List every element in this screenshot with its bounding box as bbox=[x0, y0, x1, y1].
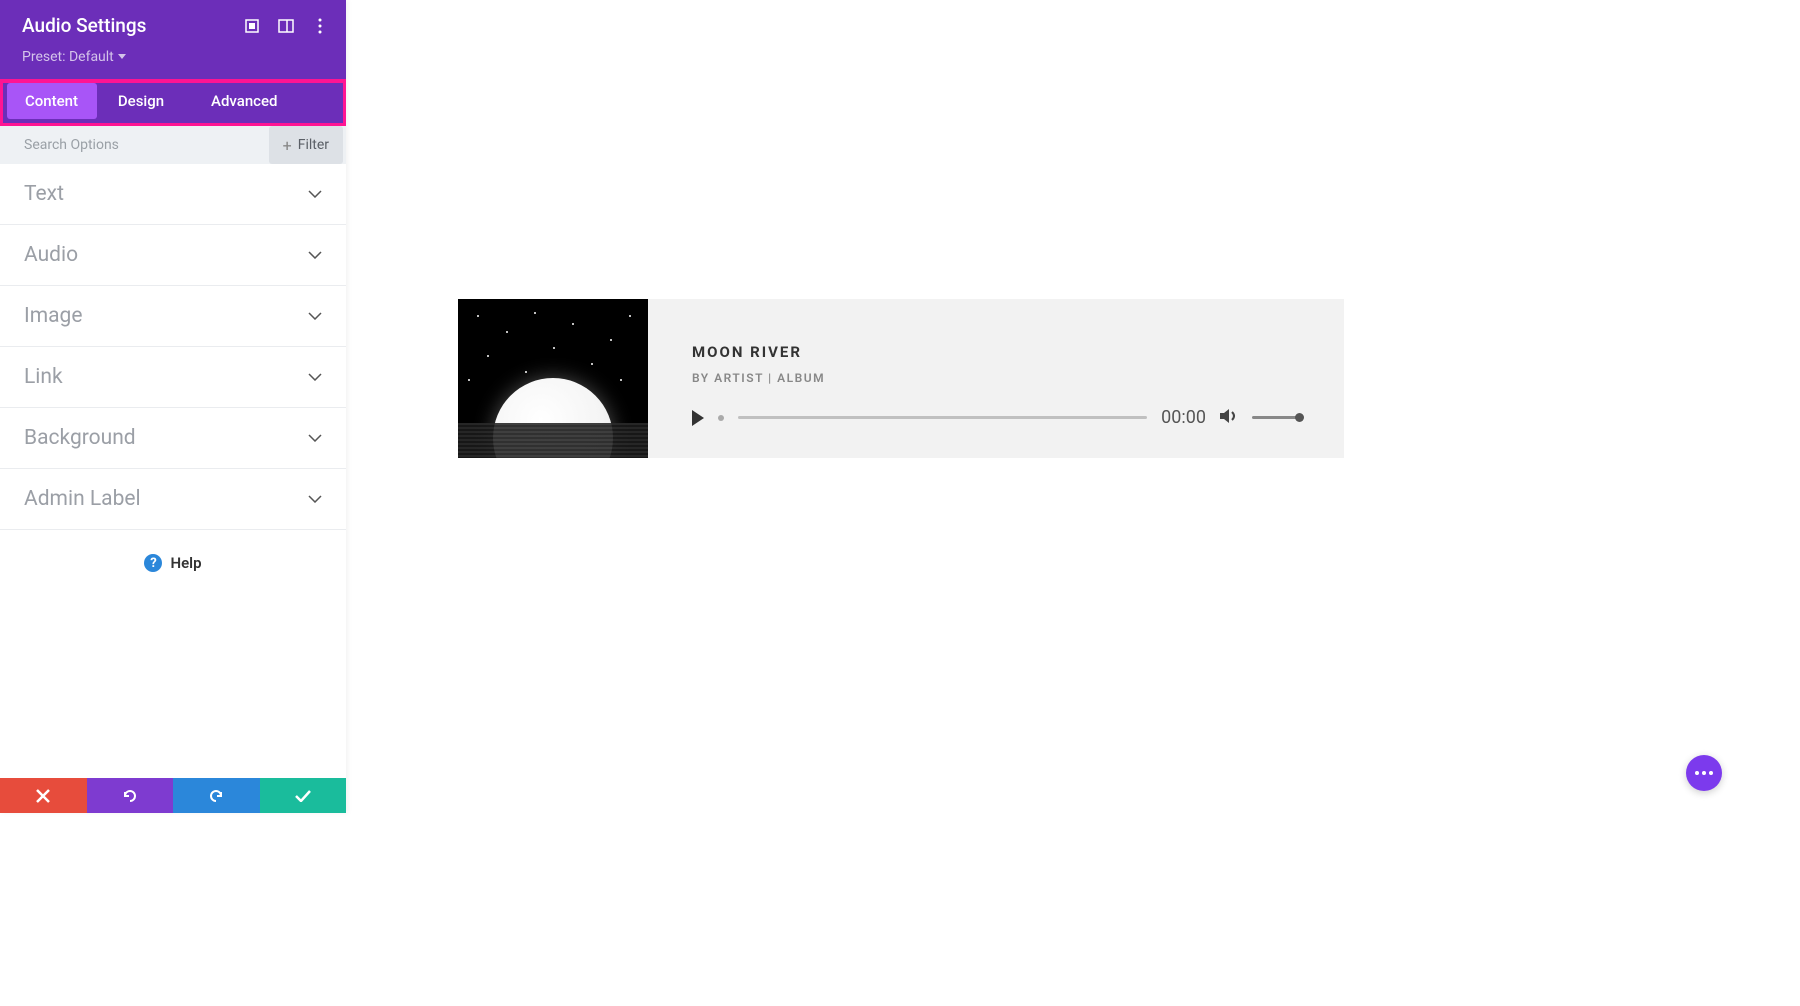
volume-slider[interactable] bbox=[1252, 416, 1300, 419]
help-icon: ? bbox=[144, 554, 162, 572]
chevron-down-icon bbox=[308, 187, 322, 201]
chevron-down-icon bbox=[308, 370, 322, 384]
section-label: Image bbox=[24, 304, 82, 328]
chevron-down-icon bbox=[308, 431, 322, 445]
section-label: Link bbox=[24, 365, 63, 389]
section-audio[interactable]: Audio bbox=[0, 225, 346, 286]
volume-icon[interactable] bbox=[1220, 408, 1238, 428]
footer-actions bbox=[0, 778, 346, 813]
track-info: MOON RIVER BY ARTIST | ALBUM 00:00 bbox=[648, 299, 1344, 458]
section-admin-label[interactable]: Admin Label bbox=[0, 469, 346, 530]
undo-button[interactable] bbox=[87, 778, 174, 813]
section-background[interactable]: Background bbox=[0, 408, 346, 469]
section-label: Background bbox=[24, 426, 136, 450]
preset-label: Preset: Default bbox=[22, 49, 114, 65]
close-icon bbox=[36, 789, 50, 803]
check-icon bbox=[295, 790, 311, 802]
audio-player-preview: MOON RIVER BY ARTIST | ALBUM 00:00 bbox=[458, 299, 1344, 458]
volume-knob[interactable] bbox=[1295, 413, 1304, 422]
help-link[interactable]: ? Help bbox=[0, 530, 346, 596]
section-label: Text bbox=[24, 182, 64, 206]
preset-selector[interactable]: Preset: Default bbox=[0, 49, 346, 79]
header-icons bbox=[244, 18, 328, 34]
redo-button[interactable] bbox=[173, 778, 260, 813]
section-text[interactable]: Text bbox=[0, 164, 346, 225]
progress-knob[interactable] bbox=[718, 415, 724, 421]
plus-icon: + bbox=[283, 136, 292, 155]
section-image[interactable]: Image bbox=[0, 286, 346, 347]
floating-menu-button[interactable] bbox=[1686, 755, 1722, 791]
filter-button[interactable]: + Filter bbox=[269, 126, 343, 164]
settings-sidebar: Audio Settings Preset: Default Content D… bbox=[0, 0, 346, 813]
search-row: + Filter bbox=[0, 126, 346, 164]
section-link[interactable]: Link bbox=[0, 347, 346, 408]
section-label: Audio bbox=[24, 243, 78, 267]
progress-bar[interactable] bbox=[738, 416, 1147, 419]
tab-advanced[interactable]: Advanced bbox=[185, 83, 297, 119]
help-label: Help bbox=[170, 554, 201, 572]
track-title: MOON RIVER bbox=[692, 343, 1300, 361]
chevron-down-icon bbox=[308, 248, 322, 262]
album-art bbox=[458, 299, 648, 458]
dots-icon bbox=[1695, 771, 1713, 775]
tab-design[interactable]: Design bbox=[97, 83, 185, 119]
chevron-down-icon bbox=[308, 492, 322, 506]
time-label: 00:00 bbox=[1161, 407, 1206, 428]
filter-label: Filter bbox=[298, 137, 329, 153]
track-meta: BY ARTIST | ALBUM bbox=[692, 371, 1300, 385]
caret-down-icon bbox=[118, 54, 126, 60]
responsive-icon[interactable] bbox=[244, 18, 260, 34]
undo-icon bbox=[122, 788, 138, 804]
chevron-down-icon bbox=[308, 309, 322, 323]
save-button[interactable] bbox=[260, 778, 347, 813]
search-input[interactable] bbox=[0, 126, 269, 164]
redo-icon bbox=[208, 788, 224, 804]
tab-content[interactable]: Content bbox=[7, 83, 97, 119]
cancel-button[interactable] bbox=[0, 778, 87, 813]
sidebar-header: Audio Settings bbox=[0, 0, 346, 49]
player-controls: 00:00 bbox=[692, 407, 1300, 428]
water-graphic bbox=[458, 423, 648, 458]
play-button[interactable] bbox=[692, 410, 704, 426]
sidebar-title: Audio Settings bbox=[22, 14, 146, 37]
panel-icon[interactable] bbox=[278, 18, 294, 34]
tabs: Content Design Advanced bbox=[0, 79, 346, 126]
more-icon[interactable] bbox=[312, 18, 328, 34]
section-label: Admin Label bbox=[24, 487, 141, 511]
